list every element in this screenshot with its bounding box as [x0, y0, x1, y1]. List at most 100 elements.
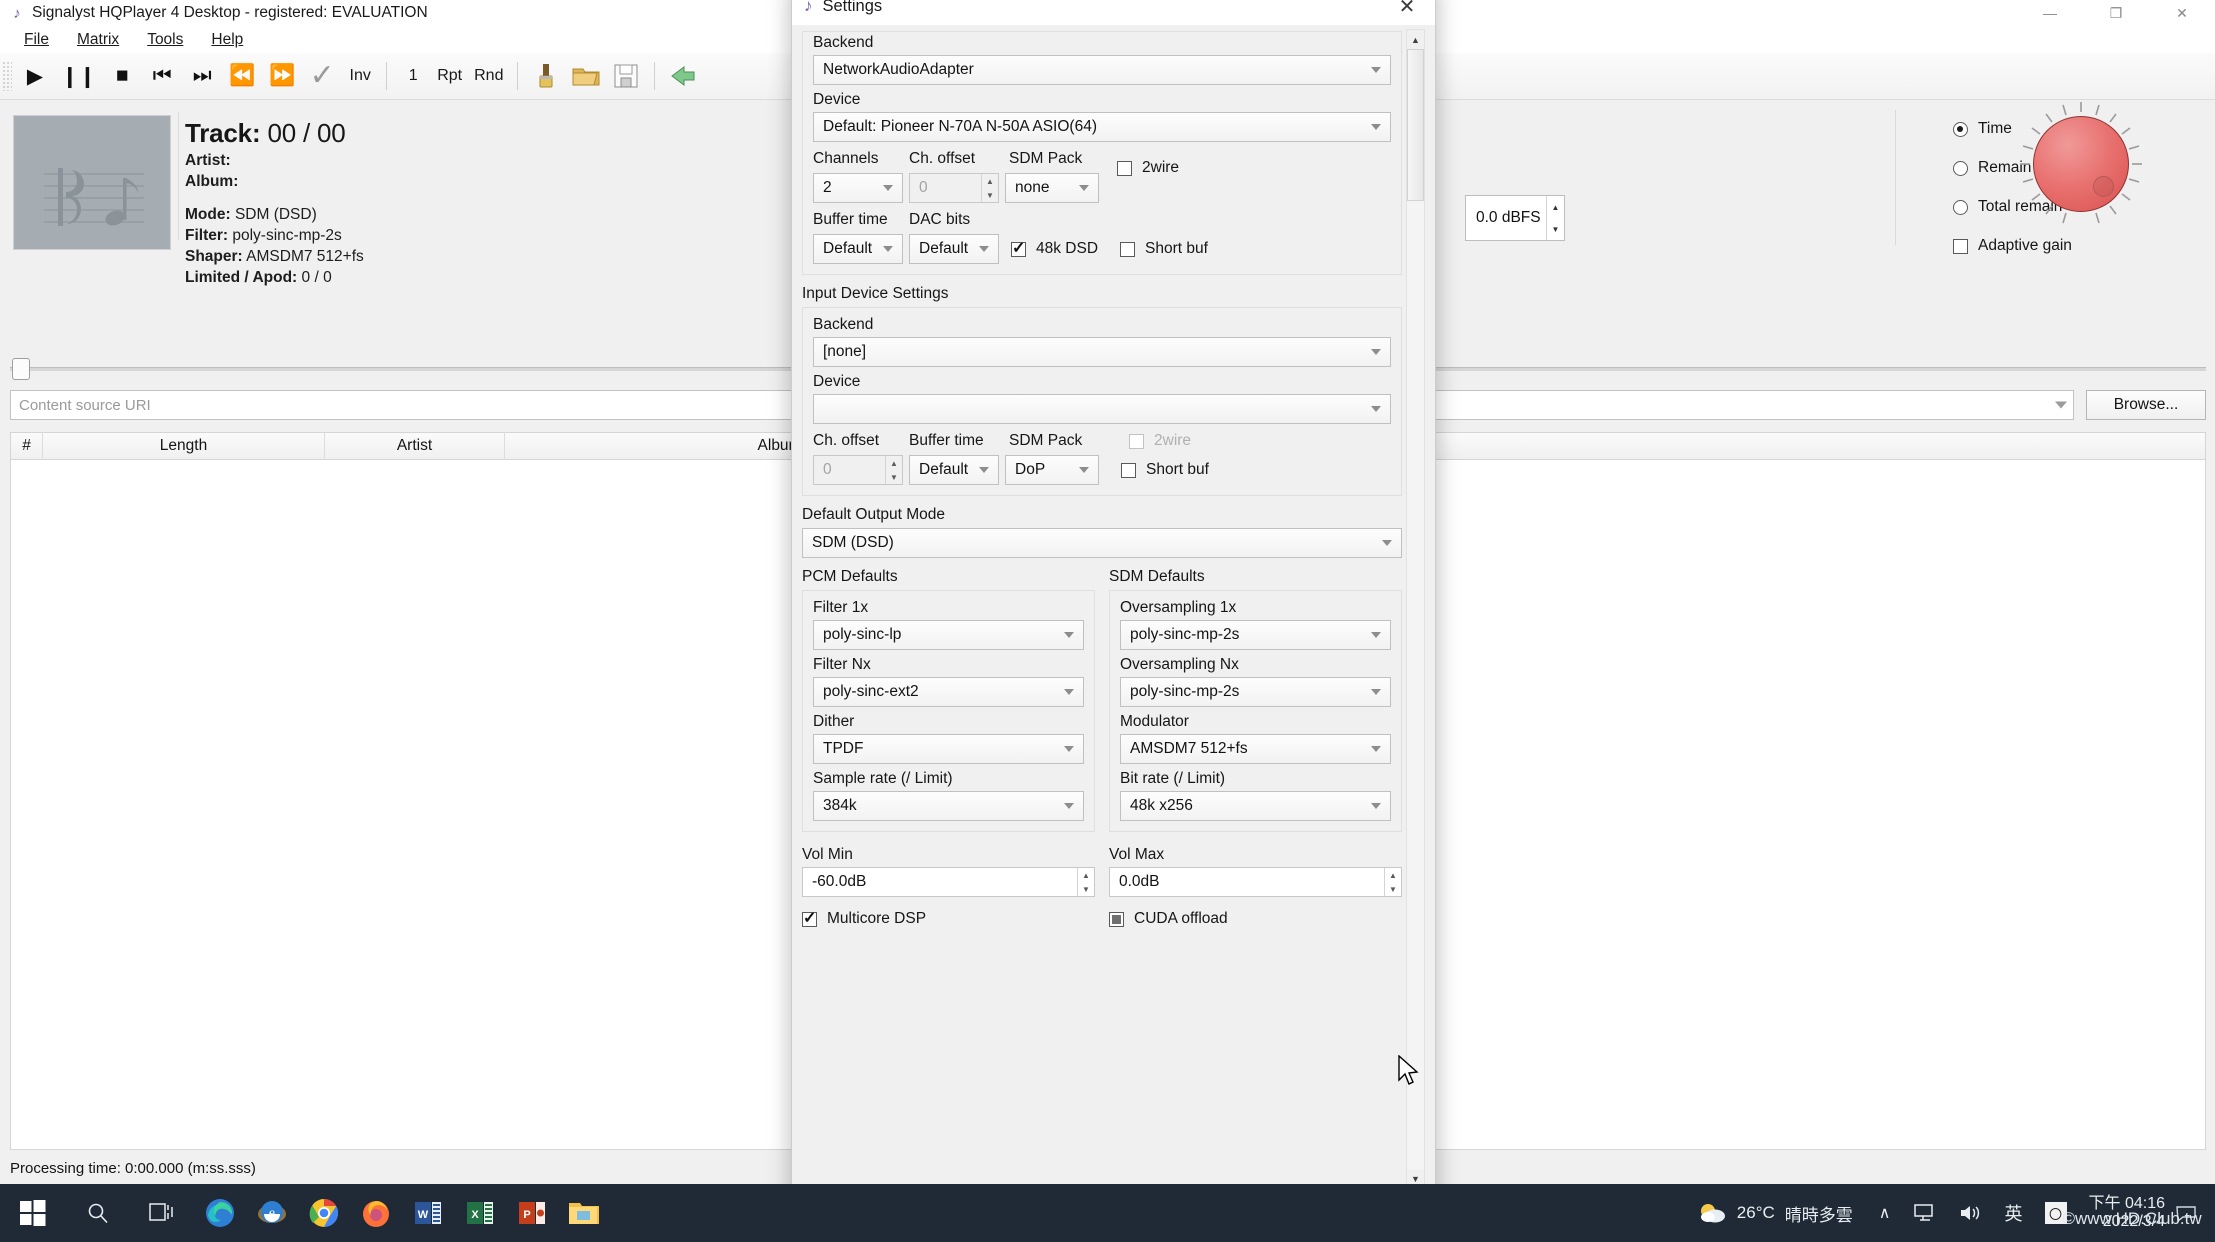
output-device-combo[interactable]: Default: Pioneer N-70A N-50A ASIO(64)	[813, 112, 1391, 142]
ch-offset-down[interactable]: ▼	[982, 188, 998, 202]
vol-min-up[interactable]: ▲	[1078, 868, 1094, 882]
scrollbar-up-button[interactable]: ▲	[1407, 30, 1424, 49]
vol-min-down[interactable]: ▼	[1078, 882, 1094, 896]
input-backend-combo[interactable]: [none]	[813, 337, 1391, 367]
volume-stepper[interactable]: ▲ ▼	[1546, 196, 1564, 240]
ch-offset-stepper[interactable]: ▲ ▼	[981, 174, 998, 202]
show-hidden-icons-chevron[interactable]: ∧	[1879, 1203, 1891, 1223]
vol-max-down[interactable]: ▼	[1385, 882, 1401, 896]
position-slider-handle[interactable]	[12, 358, 30, 380]
checkbox-short-buf-input[interactable]: Short buf	[1121, 461, 1209, 479]
ime-language-indicator[interactable]: 英	[2005, 1200, 2023, 1226]
column-length[interactable]: Length	[43, 432, 325, 460]
dither-combo[interactable]: TPDF	[813, 734, 1084, 764]
next-track-button[interactable]: ⏭	[182, 57, 222, 95]
modulator-combo[interactable]: AMSDM7 512+fs	[1120, 734, 1391, 764]
pause-button[interactable]: ❙❙	[55, 57, 102, 95]
vol-min-stepper[interactable]: ▲ ▼	[1077, 868, 1094, 896]
close-button[interactable]: ✕	[2149, 0, 2215, 26]
minimize-button[interactable]: —	[2017, 0, 2083, 26]
chrome-icon[interactable]	[298, 1184, 350, 1242]
checkbox-multicore-dsp[interactable]: Multicore DSP	[802, 908, 1095, 928]
input-ch-offset-up[interactable]: ▲	[886, 456, 902, 470]
scrollbar-thumb[interactable]	[1407, 49, 1424, 201]
filter1x-combo[interactable]: poly-sinc-lp	[813, 620, 1084, 650]
check-icon[interactable]: ✓	[302, 57, 342, 95]
vol-min-spinbox[interactable]: -60.0dB ▲ ▼	[802, 867, 1095, 897]
open-folder-icon[interactable]	[566, 57, 606, 95]
input-sdm-pack-combo[interactable]: DoP	[1005, 455, 1099, 485]
input-ch-offset-down[interactable]: ▼	[886, 470, 902, 484]
close-icon[interactable]: ✕	[1379, 0, 1435, 25]
volume-stepper-up[interactable]: ▲	[1547, 196, 1564, 218]
toolbar-grip[interactable]	[2, 61, 12, 91]
volume-icon[interactable]	[1959, 1203, 1983, 1223]
checkbox-2wire-output[interactable]: 2wire	[1117, 159, 1179, 177]
fast-forward-button[interactable]: ⏩	[262, 57, 302, 95]
powerpoint-icon[interactable]: P	[506, 1184, 558, 1242]
chevron-down-icon[interactable]	[2055, 401, 2067, 409]
repeat-button[interactable]: Rpt	[431, 57, 468, 95]
word-icon[interactable]: W	[402, 1184, 454, 1242]
input-ch-offset-stepper[interactable]: ▲ ▼	[885, 456, 902, 484]
vol-max-spinbox[interactable]: 0.0dB ▲ ▼	[1109, 867, 1402, 897]
menu-matrix[interactable]: Matrix	[63, 29, 133, 51]
bit-rate-combo[interactable]: 48k x256	[1120, 791, 1391, 821]
column-artist[interactable]: Artist	[325, 432, 505, 460]
random-button[interactable]: Rnd	[468, 57, 509, 95]
filternx-combo[interactable]: poly-sinc-ext2	[813, 677, 1084, 707]
internet-explorer-icon[interactable]: e	[246, 1184, 298, 1242]
network-icon[interactable]	[1913, 1203, 1937, 1223]
volume-stepper-down[interactable]: ▼	[1547, 218, 1564, 240]
output-backend-combo[interactable]: NetworkAudioAdapter	[813, 55, 1391, 85]
channels-combo[interactable]: 2	[813, 173, 903, 203]
input-ch-offset-spinbox[interactable]: 0 ▲ ▼	[813, 455, 903, 485]
menu-file[interactable]: File	[10, 29, 63, 51]
volume-knob[interactable]	[2033, 116, 2129, 212]
input-buffer-time-combo[interactable]: Default	[909, 455, 999, 485]
weather-description: 晴時多雲	[1784, 1205, 1853, 1225]
task-view-icon[interactable]	[130, 1184, 194, 1242]
checkbox-cuda-offload[interactable]: CUDA offload	[1109, 910, 1402, 928]
play-button[interactable]: ▶	[15, 57, 55, 95]
start-button[interactable]	[0, 1184, 66, 1242]
radio-time[interactable]: Time	[1953, 120, 2012, 138]
sample-rate-combo[interactable]: 384k	[813, 791, 1084, 821]
dac-bits-combo[interactable]: Default	[909, 234, 999, 264]
browse-button[interactable]: Browse...	[2086, 390, 2206, 420]
clock[interactable]: 下午 04:16 2022/3/4 ©www.HD.Club.tw	[2063, 1195, 2202, 1232]
rewind-button[interactable]: ⏪	[222, 57, 262, 95]
search-icon[interactable]	[66, 1184, 130, 1242]
sdm-pack-combo[interactable]: none	[1005, 173, 1099, 203]
oversampling1x-combo[interactable]: poly-sinc-mp-2s	[1120, 620, 1391, 650]
edge-icon[interactable]	[194, 1184, 246, 1242]
excel-icon[interactable]: X	[454, 1184, 506, 1242]
checkbox-48k-dsd[interactable]: 48k DSD	[1011, 238, 1098, 258]
previous-track-button[interactable]: ⏮	[142, 57, 182, 95]
weather-widget[interactable]: 26°C 晴時多雲	[1697, 1200, 1853, 1226]
repeat-count-button[interactable]: 1	[395, 57, 431, 95]
export-icon[interactable]	[663, 57, 703, 95]
brush-tool-icon[interactable]	[526, 57, 566, 95]
vol-max-up[interactable]: ▲	[1385, 868, 1401, 882]
menu-help[interactable]: Help	[197, 29, 257, 51]
ch-offset-up[interactable]: ▲	[982, 174, 998, 188]
file-explorer-icon[interactable]	[558, 1184, 610, 1242]
column-number[interactable]: #	[11, 432, 43, 460]
menu-tools[interactable]: Tools	[133, 29, 197, 51]
maximize-button[interactable]: ❐	[2083, 0, 2149, 26]
volume-value-field[interactable]: 0.0 dBFS ▲ ▼	[1465, 195, 1565, 241]
ch-offset-spinbox[interactable]: 0 ▲ ▼	[909, 173, 999, 203]
checkbox-adaptive-gain[interactable]: Adaptive gain	[1953, 237, 2072, 255]
firefox-icon[interactable]	[350, 1184, 402, 1242]
invert-button[interactable]: Inv	[342, 57, 378, 95]
stop-button[interactable]: ■	[102, 57, 142, 95]
checkbox-short-buf-output[interactable]: Short buf	[1120, 240, 1208, 258]
oversamplingnx-combo[interactable]: poly-sinc-mp-2s	[1120, 677, 1391, 707]
vol-max-stepper[interactable]: ▲ ▼	[1384, 868, 1401, 896]
settings-scrollbar[interactable]: ▲ ▼	[1406, 29, 1425, 1189]
input-device-combo[interactable]	[813, 394, 1391, 424]
save-icon[interactable]	[606, 57, 646, 95]
default-output-mode-combo[interactable]: SDM (DSD)	[802, 528, 1402, 558]
buffer-time-combo[interactable]: Default	[813, 234, 903, 264]
